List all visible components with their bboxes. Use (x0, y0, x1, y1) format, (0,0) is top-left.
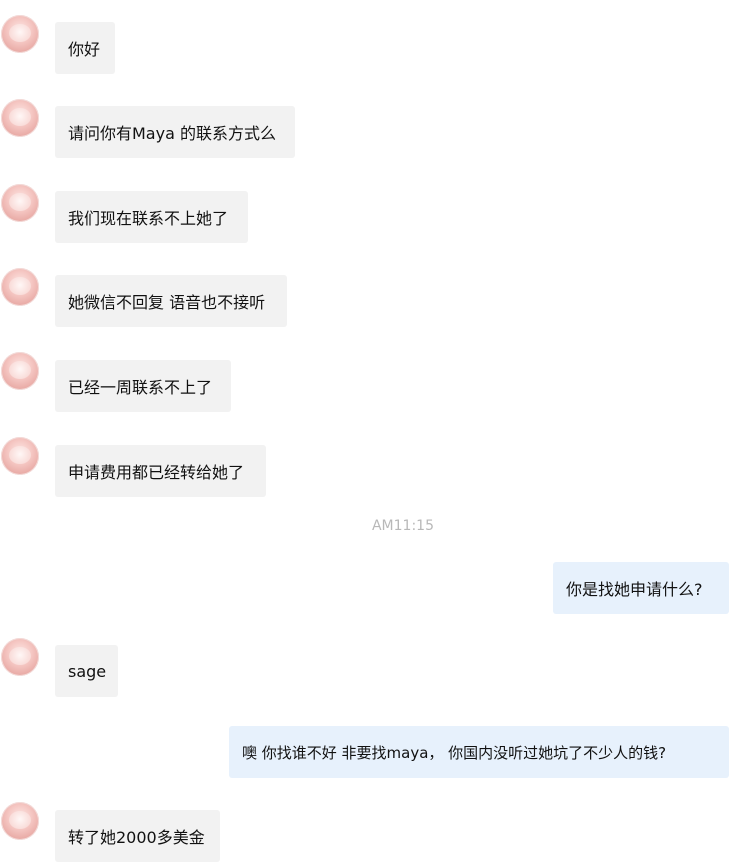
message-text: 你好 (68, 40, 101, 59)
incoming-message[interactable]: 转了她2000多美金 (55, 810, 220, 862)
incoming-message[interactable]: 请问你有Maya 的联系方式么 (55, 106, 295, 158)
contact-avatar-icon[interactable] (1, 99, 39, 137)
incoming-message[interactable]: 已经一周联系不上了 (55, 360, 231, 412)
chat-thread: 你好 请问你有Maya 的联系方式么 我们现在联系不上她了 她微信不回复 语音也… (0, 0, 741, 862)
message-text: 她微信不回复 语音也不接听 (68, 293, 266, 312)
outgoing-message[interactable]: 你是找她申请什么? (553, 562, 729, 614)
message-text: 已经一周联系不上了 (68, 378, 213, 397)
message-text: 请问你有Maya 的联系方式么 (68, 124, 276, 143)
contact-avatar-icon[interactable] (1, 638, 39, 676)
message-text: sage (68, 661, 107, 681)
contact-avatar-icon[interactable] (1, 352, 39, 390)
message-text: 你是找她申请什么? (566, 580, 703, 599)
timestamp-divider: AM11:15 (371, 518, 434, 534)
incoming-message[interactable]: sage (55, 645, 118, 697)
message-text: 转了她2000多美金 (68, 828, 205, 847)
incoming-message[interactable]: 她微信不回复 语音也不接听 (55, 275, 287, 327)
contact-avatar-icon[interactable] (1, 15, 39, 53)
contact-avatar-icon[interactable] (1, 802, 39, 840)
contact-avatar-icon[interactable] (1, 268, 39, 306)
incoming-message[interactable]: 你好 (55, 22, 115, 74)
incoming-message[interactable]: 申请费用都已经转给她了 (55, 445, 266, 497)
incoming-message[interactable]: 我们现在联系不上她了 (55, 191, 248, 243)
message-text: 我们现在联系不上她了 (68, 209, 229, 228)
contact-avatar-icon[interactable] (1, 437, 39, 475)
message-text: 噢 你找谁不好 非要找maya， 你国内没听过她坑了不少人的钱? (242, 743, 667, 762)
outgoing-message[interactable]: 噢 你找谁不好 非要找maya， 你国内没听过她坑了不少人的钱? (229, 726, 729, 778)
message-text: 申请费用都已经转给她了 (68, 463, 245, 482)
contact-avatar-icon[interactable] (1, 184, 39, 222)
